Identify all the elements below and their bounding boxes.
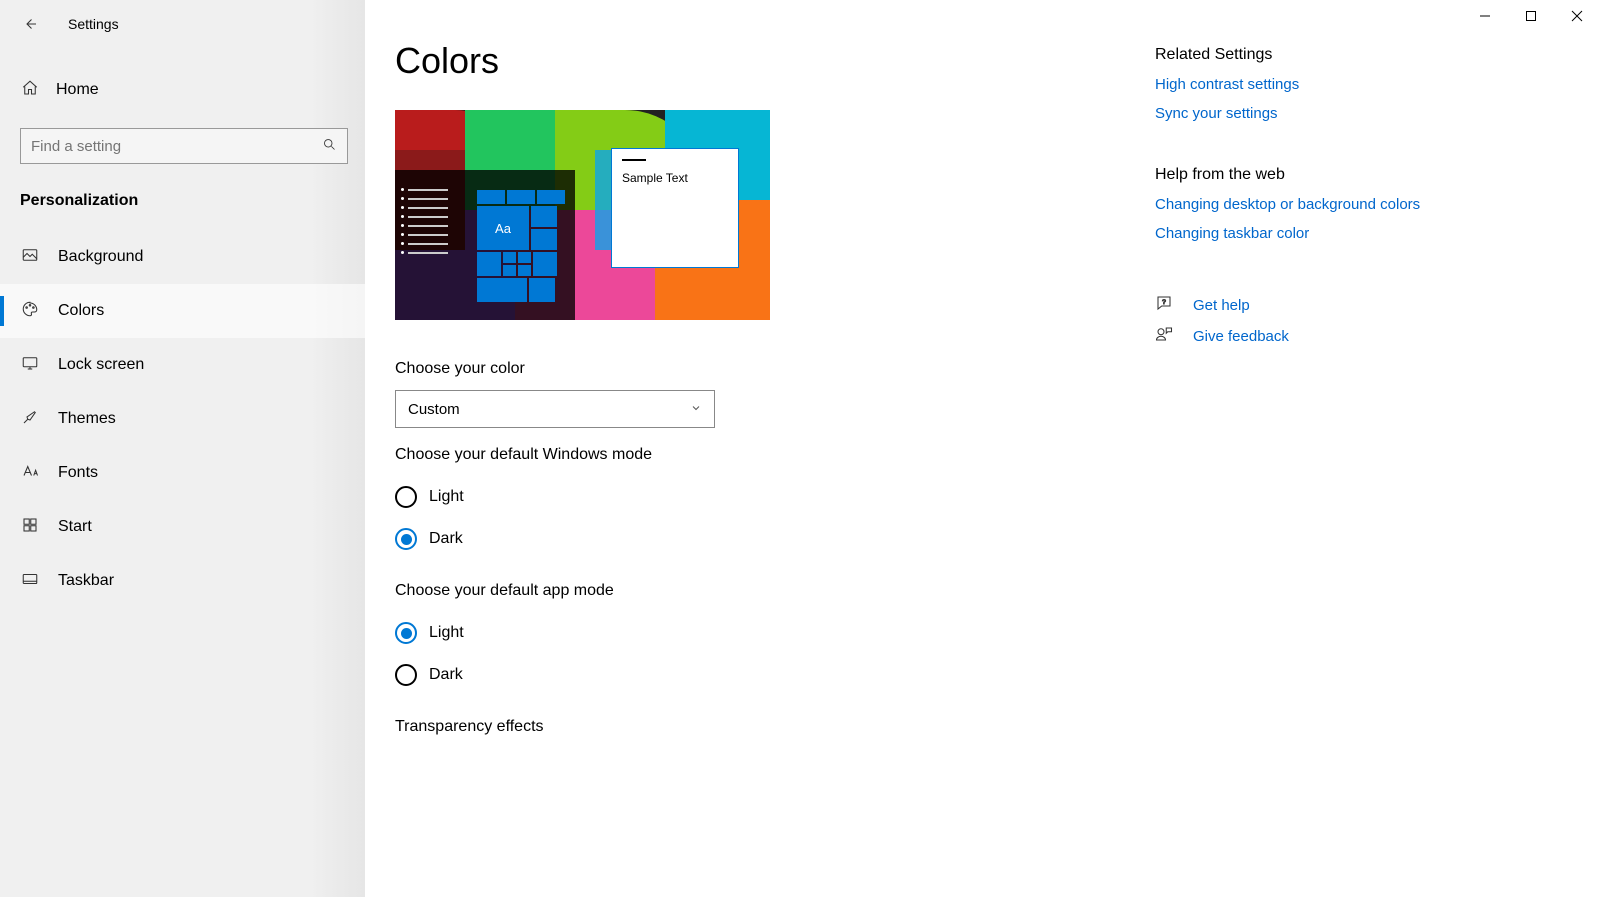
- nav-label: Background: [58, 248, 143, 266]
- help-chat-icon: ?: [1155, 294, 1175, 317]
- maximize-button[interactable]: [1508, 0, 1554, 32]
- nav-colors[interactable]: Colors: [0, 284, 365, 338]
- themes-icon: [20, 408, 40, 431]
- nav-lock-screen[interactable]: Lock screen: [0, 338, 365, 392]
- preview-sample-text: Sample Text: [622, 171, 728, 185]
- lock-screen-icon: [20, 354, 40, 377]
- app-mode-light[interactable]: Light: [395, 612, 1115, 654]
- search-box[interactable]: [20, 128, 348, 164]
- palette-icon: [20, 300, 40, 323]
- home-icon: [20, 79, 40, 102]
- main-content: Colors: [365, 0, 1600, 897]
- search-input[interactable]: [31, 138, 291, 155]
- color-preview: Aa Sample Text: [395, 110, 770, 320]
- nav-taskbar[interactable]: Taskbar: [0, 554, 365, 608]
- page-title: Colors: [395, 40, 1115, 82]
- nav-start[interactable]: Start: [0, 500, 365, 554]
- transparency-label: Transparency effects: [395, 718, 1115, 736]
- app-mode-dark[interactable]: Dark: [395, 654, 1115, 696]
- radio-label: Dark: [429, 666, 463, 684]
- nav-fonts[interactable]: Fonts: [0, 446, 365, 500]
- minimize-button[interactable]: [1462, 0, 1508, 32]
- radio-icon: [395, 486, 417, 508]
- link-sync-settings[interactable]: Sync your settings: [1155, 105, 1505, 122]
- nav-list: Background Colors Lock screen Themes: [0, 230, 365, 608]
- sidebar: Settings Home Personalization: [0, 0, 365, 897]
- radio-icon: [395, 622, 417, 644]
- link-high-contrast[interactable]: High contrast settings: [1155, 76, 1505, 93]
- back-button[interactable]: [20, 15, 40, 33]
- choose-color-dropdown[interactable]: Custom: [395, 390, 715, 428]
- give-feedback-link[interactable]: Give feedback: [1155, 325, 1505, 348]
- fonts-icon: [20, 462, 40, 485]
- arrow-left-icon: [21, 15, 39, 33]
- link-text: Give feedback: [1193, 328, 1289, 345]
- nav-label: Taskbar: [58, 572, 114, 590]
- preview-window: Sample Text: [611, 148, 739, 268]
- app-mode-group: Light Dark: [395, 612, 1115, 696]
- chevron-down-icon: [690, 402, 702, 417]
- nav-label: Start: [58, 518, 92, 536]
- windows-mode-group: Light Dark: [395, 476, 1115, 560]
- radio-label: Light: [429, 488, 464, 506]
- side-panel: Related Settings High contrast settings …: [1155, 40, 1505, 897]
- preview-tiles: Aa: [477, 190, 571, 310]
- nav-label: Fonts: [58, 464, 98, 482]
- radio-label: Dark: [429, 530, 463, 548]
- nav-themes[interactable]: Themes: [0, 392, 365, 446]
- window-title: Settings: [68, 16, 119, 32]
- category-heading: Personalization: [20, 192, 365, 210]
- windows-mode-light[interactable]: Light: [395, 476, 1115, 518]
- close-button[interactable]: [1554, 0, 1600, 32]
- svg-text:?: ?: [1162, 299, 1166, 306]
- home-label: Home: [56, 81, 99, 99]
- dropdown-value: Custom: [408, 401, 460, 418]
- app-mode-label: Choose your default app mode: [395, 582, 1115, 600]
- link-text: Get help: [1193, 297, 1250, 314]
- help-heading: Help from the web: [1155, 166, 1505, 184]
- radio-icon: [395, 664, 417, 686]
- nav-background[interactable]: Background: [0, 230, 365, 284]
- choose-color-label: Choose your color: [395, 360, 1115, 378]
- feedback-icon: [1155, 325, 1175, 348]
- link-help-taskbar-color[interactable]: Changing taskbar color: [1155, 225, 1505, 242]
- search-icon: [322, 137, 337, 155]
- start-icon: [20, 516, 40, 539]
- nav-label: Lock screen: [58, 356, 144, 374]
- windows-mode-dark[interactable]: Dark: [395, 518, 1115, 560]
- windows-mode-label: Choose your default Windows mode: [395, 446, 1115, 464]
- link-help-bg-colors[interactable]: Changing desktop or background colors: [1155, 196, 1505, 213]
- radio-label: Light: [429, 624, 464, 642]
- home-nav[interactable]: Home: [20, 66, 345, 114]
- related-heading: Related Settings: [1155, 46, 1505, 64]
- radio-icon: [395, 528, 417, 550]
- image-icon: [20, 246, 40, 269]
- taskbar-icon: [20, 570, 40, 593]
- nav-label: Colors: [58, 302, 104, 320]
- nav-label: Themes: [58, 410, 116, 428]
- get-help-link[interactable]: ? Get help: [1155, 294, 1505, 317]
